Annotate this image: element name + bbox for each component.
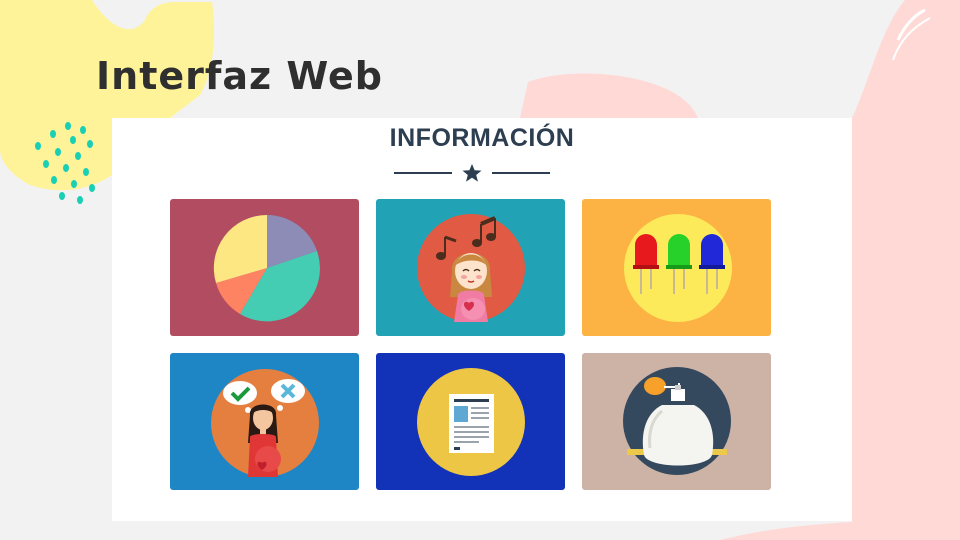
pregnant-woman-check-cross-icon (211, 369, 319, 477)
colored-leds-icon (624, 214, 732, 322)
perfume-card[interactable] (582, 353, 771, 490)
document-icon (417, 368, 525, 476)
traffic-lights-card[interactable] (582, 199, 771, 336)
teal-dots-decoration (35, 122, 95, 204)
perfume-bottle-icon (623, 367, 731, 475)
statistics-chart-card[interactable] (170, 199, 359, 336)
pregnant-girl-music-icon (417, 214, 525, 322)
pregnancy-decisions-card[interactable] (170, 353, 359, 490)
music-pregnancy-card[interactable] (376, 199, 565, 336)
star-icon (462, 164, 482, 182)
star-divider (394, 164, 550, 182)
panel-heading: INFORMACIÓN (389, 124, 575, 152)
pie-chart-icon (213, 214, 320, 322)
slide-title: Interfaz Web (96, 54, 383, 98)
document-card[interactable] (376, 353, 565, 490)
web-interface-panel: INFORMACIÓN (112, 118, 852, 521)
